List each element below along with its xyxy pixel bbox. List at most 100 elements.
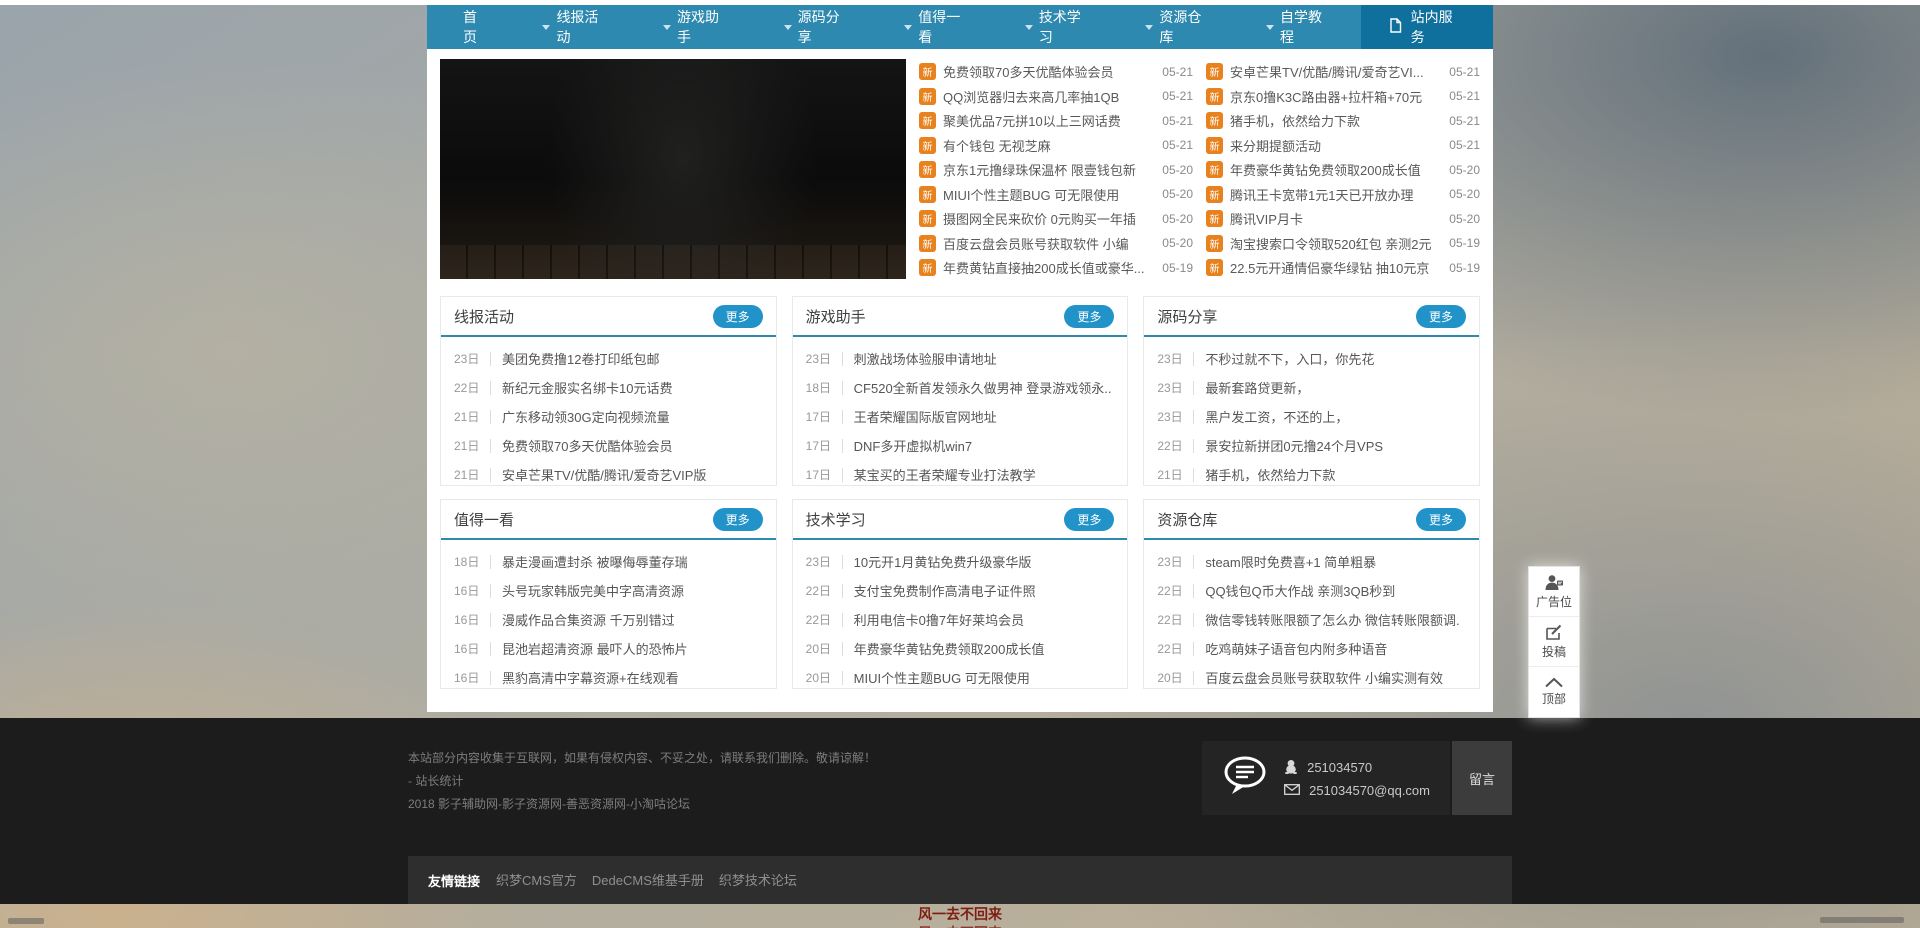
item-title[interactable]: 昆池岩超清资源 最吓人的恐怖片	[502, 639, 763, 658]
section-item[interactable]: 22日QQ钱包Q币大作战 亲测3QB秒到	[1157, 576, 1466, 605]
nav-item-1[interactable]: 线报活动	[516, 5, 637, 49]
news-row[interactable]: 新腾讯王卡宽带1元1天已开放办理05-20	[1206, 185, 1480, 204]
nav-item-2[interactable]: 游戏助手	[637, 5, 758, 49]
section-item[interactable]: 23日10元开1月黄钻免费升级豪华版	[806, 547, 1115, 576]
news-title[interactable]: 年费豪华黄钻免费领取200成长值	[1230, 160, 1438, 179]
item-title[interactable]: DNF多开虚拟机win7	[854, 436, 1115, 455]
friend-link[interactable]: 织梦CMS官方	[496, 873, 577, 888]
section-item[interactable]: 21日猪手机，依然给力下款	[1157, 460, 1466, 486]
section-item[interactable]: 16日漫威作品合集资源 千万别错过	[454, 605, 763, 634]
section-item[interactable]: 21日安卓芒果TV/优酷/腾讯/爱奇艺VIP版	[454, 460, 763, 486]
nav-service-button[interactable]: 站内服务	[1361, 5, 1493, 49]
nav-item-4[interactable]: 值得一看	[878, 5, 999, 49]
news-title[interactable]: 百度云盘会员账号获取软件 小编	[943, 234, 1151, 253]
item-title[interactable]: 年费豪华黄钻免费领取200成长值	[854, 639, 1115, 658]
more-button[interactable]: 更多	[713, 508, 763, 531]
news-title[interactable]: 猪手机，依然给力下款	[1230, 111, 1438, 130]
submit-post-button[interactable]: 投稿	[1529, 617, 1579, 667]
qq-number[interactable]: 251034570	[1307, 760, 1372, 775]
ad-slot-button[interactable]: 广告位	[1529, 567, 1579, 617]
section-item[interactable]: 22日支付宝免费制作高清电子证件照	[806, 576, 1115, 605]
news-row[interactable]: 新淘宝搜索口令领取520红包 亲测2元05-19	[1206, 234, 1480, 253]
news-title[interactable]: 京东0撸K3C路由器+拉杆箱+70元	[1230, 87, 1438, 106]
section-item[interactable]: 23日刺激战场体验服申请地址	[806, 344, 1115, 373]
item-title[interactable]: 猪手机，依然给力下款	[1205, 465, 1466, 484]
item-title[interactable]: 10元开1月黄钻免费升级豪华版	[854, 552, 1115, 571]
news-title[interactable]: 淘宝搜索口令领取520红包 亲测2元	[1230, 234, 1438, 253]
section-item[interactable]: 20日MIUI个性主题BUG 可无限使用	[806, 663, 1115, 689]
news-row[interactable]: 新聚美优品7元拼10以上三网话费05-21	[919, 111, 1193, 130]
item-title[interactable]: QQ钱包Q币大作战 亲测3QB秒到	[1205, 581, 1466, 600]
item-title[interactable]: 免费领取70多天优酷体验会员	[502, 436, 763, 455]
item-title[interactable]: 新纪元金服实名绑卡10元话费	[502, 378, 763, 397]
nav-item-3[interactable]: 源码分享	[758, 5, 879, 49]
news-row[interactable]: 新MIUI个性主题BUG 可无限使用05-20	[919, 185, 1193, 204]
section-item[interactable]: 20日年费豪华黄钻免费领取200成长值	[806, 634, 1115, 663]
section-item[interactable]: 22日利用电信卡0撸7年好莱坞会员	[806, 605, 1115, 634]
news-row[interactable]: 新年费黄钻直接抽200成长值或豪华...05-19	[919, 258, 1193, 277]
qq-email[interactable]: 251034570@qq.com	[1309, 783, 1430, 798]
item-title[interactable]: 某宝买的王者荣耀专业打法教学	[854, 465, 1115, 484]
news-title[interactable]: 摄图网全民来砍价 0元购买一年插	[943, 209, 1151, 228]
section-item[interactable]: 23日不秒过就不下，入口，你先花	[1157, 344, 1466, 373]
news-row[interactable]: 新年费豪华黄钻免费领取200成长值05-20	[1206, 160, 1480, 179]
nav-item-7[interactable]: 自学教程	[1240, 5, 1361, 49]
friend-link[interactable]: 织梦技术论坛	[719, 873, 797, 888]
nav-item-6[interactable]: 资源仓库	[1119, 5, 1240, 49]
section-item[interactable]: 17日某宝买的王者荣耀专业打法教学	[806, 460, 1115, 486]
email-contact[interactable]: 251034570@qq.com	[1284, 783, 1430, 798]
section-item[interactable]: 18日暴走漫画遭封杀 被曝侮辱董存瑞	[454, 547, 763, 576]
news-row[interactable]: 新摄图网全民来砍价 0元购买一年插05-20	[919, 209, 1193, 228]
section-item[interactable]: 23日steam限时免费喜+1 简单粗暴	[1157, 547, 1466, 576]
item-title[interactable]: steam限时免费喜+1 简单粗暴	[1205, 552, 1466, 571]
section-item[interactable]: 16日昆池岩超清资源 最吓人的恐怖片	[454, 634, 763, 663]
section-item[interactable]: 23日黑户发工资，不还的上，	[1157, 402, 1466, 431]
item-title[interactable]: 漫威作品合集资源 千万别错过	[502, 610, 763, 629]
item-title[interactable]: 王者荣耀国际版官网地址	[854, 407, 1115, 426]
news-row[interactable]: 新安卓芒果TV/优酷/腾讯/爱奇艺VI...05-21	[1206, 62, 1480, 81]
news-title[interactable]: 年费黄钻直接抽200成长值或豪华...	[943, 258, 1151, 277]
section-item[interactable]: 17日DNF多开虚拟机win7	[806, 431, 1115, 460]
message-button[interactable]: 留言	[1452, 741, 1512, 815]
item-title[interactable]: 吃鸡萌妹子语音包内附多种语音	[1205, 639, 1466, 658]
news-row[interactable]: 新22.5元开通情侣豪华绿钻 抽10元京05-19	[1206, 258, 1480, 277]
news-title[interactable]: 安卓芒果TV/优酷/腾讯/爱奇艺VI...	[1230, 62, 1438, 81]
qq-contact[interactable]: 251034570	[1284, 759, 1430, 777]
item-title[interactable]: 最新套路贷更新，	[1205, 378, 1466, 397]
item-title[interactable]: 微信零钱转账限额了怎么办 微信转账限额调.	[1205, 610, 1466, 629]
section-item[interactable]: 22日吃鸡萌妹子语音包内附多种语音	[1157, 634, 1466, 663]
more-button[interactable]: 更多	[1064, 508, 1114, 531]
item-title[interactable]: 黑户发工资，不还的上，	[1205, 407, 1466, 426]
news-row[interactable]: 新有个钱包 无视芝麻05-21	[919, 136, 1193, 155]
more-button[interactable]: 更多	[713, 305, 763, 328]
section-item[interactable]: 22日景安拉新拼团0元撸24个月VPS	[1157, 431, 1466, 460]
news-row[interactable]: 新免费领取70多天优酷体验会员05-21	[919, 62, 1193, 81]
item-title[interactable]: MIUI个性主题BUG 可无限使用	[854, 668, 1115, 687]
news-row[interactable]: 新京东1元撸绿珠保温杯 限壹钱包新05-20	[919, 160, 1193, 179]
news-title[interactable]: 腾讯王卡宽带1元1天已开放办理	[1230, 185, 1438, 204]
item-title[interactable]: 不秒过就不下，入口，你先花	[1205, 349, 1466, 368]
more-button[interactable]: 更多	[1416, 508, 1466, 531]
more-button[interactable]: 更多	[1416, 305, 1466, 328]
item-title[interactable]: 刺激战场体验服申请地址	[854, 349, 1115, 368]
section-item[interactable]: 16日黑豹高清中字幕资源+在线观看	[454, 663, 763, 689]
section-item[interactable]: 16日头号玩家韩版完美中字高清资源	[454, 576, 763, 605]
item-title[interactable]: 百度云盘会员账号获取软件 小编实测有效	[1205, 668, 1466, 687]
section-item[interactable]: 23日美团免费撸12卷打印纸包邮	[454, 344, 763, 373]
news-title[interactable]: 聚美优品7元拼10以上三网话费	[943, 111, 1151, 130]
news-row[interactable]: 新京东0撸K3C路由器+拉杆箱+70元05-21	[1206, 87, 1480, 106]
section-item[interactable]: 23日最新套路贷更新，	[1157, 373, 1466, 402]
news-row[interactable]: 新来分期提额活动05-21	[1206, 136, 1480, 155]
item-title[interactable]: 广东移动领30G定向视频流量	[502, 407, 763, 426]
item-title[interactable]: CF520全新首发领永久做男神 登录游戏领永..	[854, 378, 1115, 397]
news-title[interactable]: 免费领取70多天优酷体验会员	[943, 62, 1151, 81]
hero-slider-image[interactable]	[440, 59, 906, 279]
back-to-top-button[interactable]: 顶部	[1529, 667, 1579, 717]
section-item[interactable]: 21日广东移动领30G定向视频流量	[454, 402, 763, 431]
item-title[interactable]: 美团免费撸12卷打印纸包邮	[502, 349, 763, 368]
friend-link[interactable]: DedeCMS维基手册	[592, 873, 704, 888]
item-title[interactable]: 景安拉新拼团0元撸24个月VPS	[1205, 436, 1466, 455]
section-item[interactable]: 20日百度云盘会员账号获取软件 小编实测有效	[1157, 663, 1466, 689]
news-title[interactable]: QQ浏览器归去来高几率抽1QB	[943, 87, 1151, 106]
news-row[interactable]: 新百度云盘会员账号获取软件 小编05-20	[919, 234, 1193, 253]
